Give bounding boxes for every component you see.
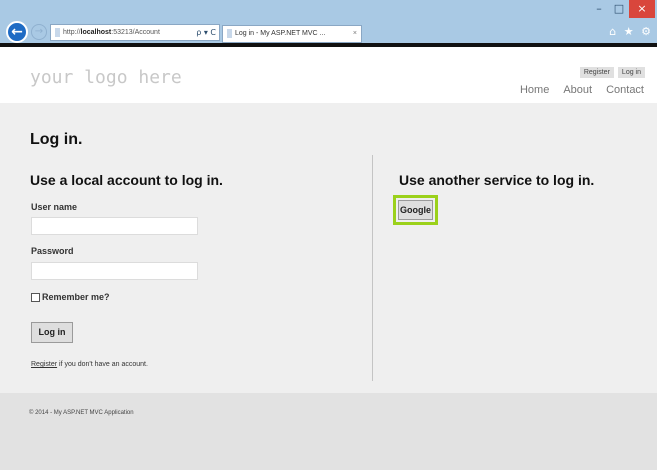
minimize-button[interactable]: –	[589, 0, 609, 18]
search-refresh-icons[interactable]: ρ ▾ C	[196, 25, 216, 40]
tab-title: Log in - My ASP.NET MVC ...	[235, 30, 326, 37]
column-divider	[372, 155, 373, 381]
address-url: http://localhost:53213/Account	[63, 29, 160, 36]
password-input[interactable]	[31, 262, 198, 280]
page-title: Log in.	[30, 131, 83, 148]
external-login-title: Use another service to log in.	[399, 172, 595, 188]
site-logo[interactable]: your logo here	[30, 67, 182, 88]
forward-icon[interactable]: →	[31, 24, 47, 40]
tab-close-icon[interactable]: ×	[353, 26, 357, 42]
footer-copyright: © 2014 - My ASP.NET MVC Application	[29, 410, 134, 416]
main-menu: Home About Contact	[520, 84, 644, 96]
address-bar[interactable]: http://localhost:53213/Account ρ ▾ C	[50, 24, 220, 41]
home-favorites-settings-icons[interactable]: ⌂ ★ ⚙	[609, 25, 653, 38]
window-controls: – □ ×	[589, 0, 655, 18]
remember-me-checkbox[interactable]	[31, 292, 40, 302]
back-icon[interactable]: ←	[6, 21, 28, 43]
register-hint-text: if you don't have an account.	[57, 361, 148, 368]
main-content: Log in. Use a local account to log in. U…	[0, 103, 657, 393]
username-input[interactable]	[31, 217, 198, 235]
site-footer: © 2014 - My ASP.NET MVC Application	[0, 393, 657, 470]
register-hint: Register if you don't have an account.	[31, 361, 148, 368]
tab-page-icon	[227, 28, 232, 38]
google-highlight: Google	[393, 195, 438, 225]
close-button[interactable]: ×	[629, 0, 655, 18]
account-links: Register Log in	[579, 67, 645, 78]
maximize-button[interactable]: □	[609, 0, 629, 18]
local-login-title: Use a local account to log in.	[30, 172, 223, 188]
remember-me[interactable]: Remember me?	[31, 292, 110, 302]
browser-tab[interactable]: Log in - My ASP.NET MVC ... ×	[222, 25, 362, 43]
remember-me-label: Remember me?	[42, 292, 110, 302]
password-label: Password	[31, 246, 74, 256]
google-login-button[interactable]: Google	[398, 200, 433, 220]
register-link[interactable]: Register	[31, 361, 57, 368]
login-button[interactable]: Log in	[31, 322, 73, 343]
login-header-link[interactable]: Log in	[617, 67, 645, 78]
page-icon	[55, 27, 60, 37]
browser-chrome: – □ × ← → http://localhost:53213/Account…	[0, 0, 657, 47]
menu-item-about[interactable]: About	[563, 84, 592, 96]
username-label: User name	[31, 202, 78, 212]
menu-item-contact[interactable]: Contact	[606, 84, 644, 96]
register-header-link[interactable]: Register	[579, 67, 614, 78]
menu-item-home[interactable]: Home	[520, 84, 549, 96]
